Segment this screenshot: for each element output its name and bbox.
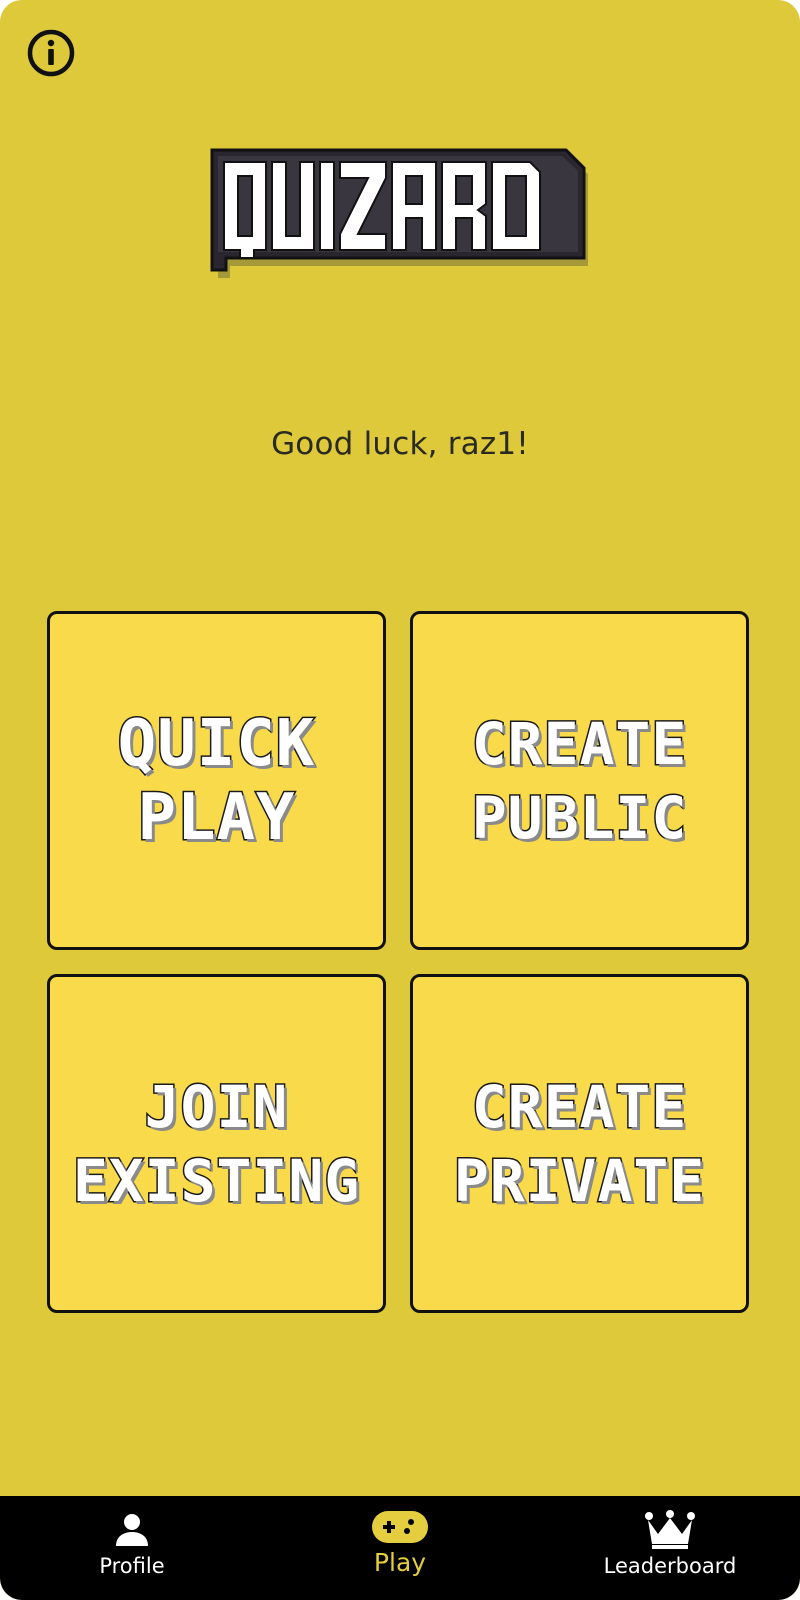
crown-icon [645, 1510, 695, 1549]
nav-label-play: Play [373, 1548, 427, 1577]
create-public-button[interactable]: CREATE PUBLIC [410, 611, 749, 950]
create-private-label-line2: PRIVATE [452, 1145, 706, 1216]
bottom-nav: Profile Play Leaderboard [0, 1496, 800, 1600]
person-icon [116, 1514, 148, 1546]
join-existing-label-line1: JOIN [143, 1071, 289, 1142]
play-screen: Good luck, raz1! QUICK PLAY CREATE PUBLI… [0, 0, 800, 1600]
gamepad-icon [372, 1511, 428, 1543]
greeting-text: Good luck, raz1! [271, 426, 529, 462]
quizard-logo [210, 146, 590, 280]
nav-item-profile[interactable]: Profile [62, 1496, 202, 1600]
nav-item-leaderboard[interactable]: Leaderboard [580, 1496, 760, 1600]
nav-label-leaderboard: Leaderboard [603, 1554, 737, 1578]
create-private-label-line1: CREATE [470, 1071, 688, 1142]
nav-item-play[interactable]: Play [330, 1496, 470, 1600]
quick-play-button[interactable]: QUICK PLAY [47, 611, 386, 950]
join-existing-label-line2: EXISTING [71, 1145, 361, 1216]
quick-play-label-line2: PLAY [136, 779, 296, 856]
join-existing-button[interactable]: JOIN EXISTING [47, 974, 386, 1313]
info-button[interactable] [26, 28, 76, 78]
create-private-button[interactable]: CREATE PRIVATE [410, 974, 749, 1313]
quick-play-label-line1: QUICK [116, 705, 316, 782]
info-icon [27, 29, 75, 77]
nav-label-profile: Profile [99, 1554, 165, 1578]
create-public-label-line1: CREATE [470, 708, 688, 779]
create-public-label-line2: PUBLIC [470, 782, 688, 853]
